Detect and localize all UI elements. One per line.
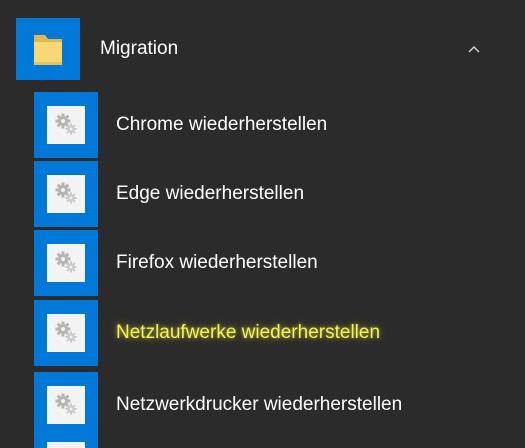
app-tile [34, 438, 98, 448]
app-item-label: Netzwerkdrucker wiederherstellen [116, 394, 403, 415]
app-item-network-printer-restore[interactable]: Netzwerkdrucker wiederherstellen [30, 372, 510, 438]
app-tile [34, 161, 98, 227]
app-item-chrome-restore[interactable]: Chrome wiederherstellen [30, 92, 510, 158]
folder-label: Migration [100, 38, 179, 59]
gear-icon [55, 393, 77, 415]
chevron-up-icon[interactable] [462, 37, 486, 61]
app-item-label: Chrome wiederherstellen [116, 114, 328, 135]
app-item-label: Edge wiederherstellen [116, 183, 305, 204]
app-tile [34, 300, 98, 366]
app-item-firefox-restore[interactable]: Firefox wiederherstellen [30, 230, 510, 296]
folder-icon [34, 35, 62, 65]
app-item-label: Netzlaufwerke wiederherstellen [116, 322, 381, 343]
app-item-edge-restore[interactable]: Edge wiederherstellen [30, 161, 510, 227]
gear-icon [55, 182, 77, 204]
start-menu: Migration Chrome wiederherstellen Edge w… [0, 0, 525, 448]
folder-tile [16, 18, 80, 80]
app-item-network-drives-restore[interactable]: Netzlaufwerke wiederherstellen [30, 300, 510, 366]
folder-group-migration[interactable]: Migration [0, 18, 525, 80]
app-item-partial[interactable] [30, 438, 102, 448]
app-tile [34, 372, 98, 438]
gear-icon [55, 321, 77, 343]
gear-icon [55, 113, 77, 135]
app-tile [34, 230, 98, 296]
gear-icon [55, 251, 77, 273]
app-tile [34, 92, 98, 158]
app-item-label: Firefox wiederherstellen [116, 252, 318, 273]
